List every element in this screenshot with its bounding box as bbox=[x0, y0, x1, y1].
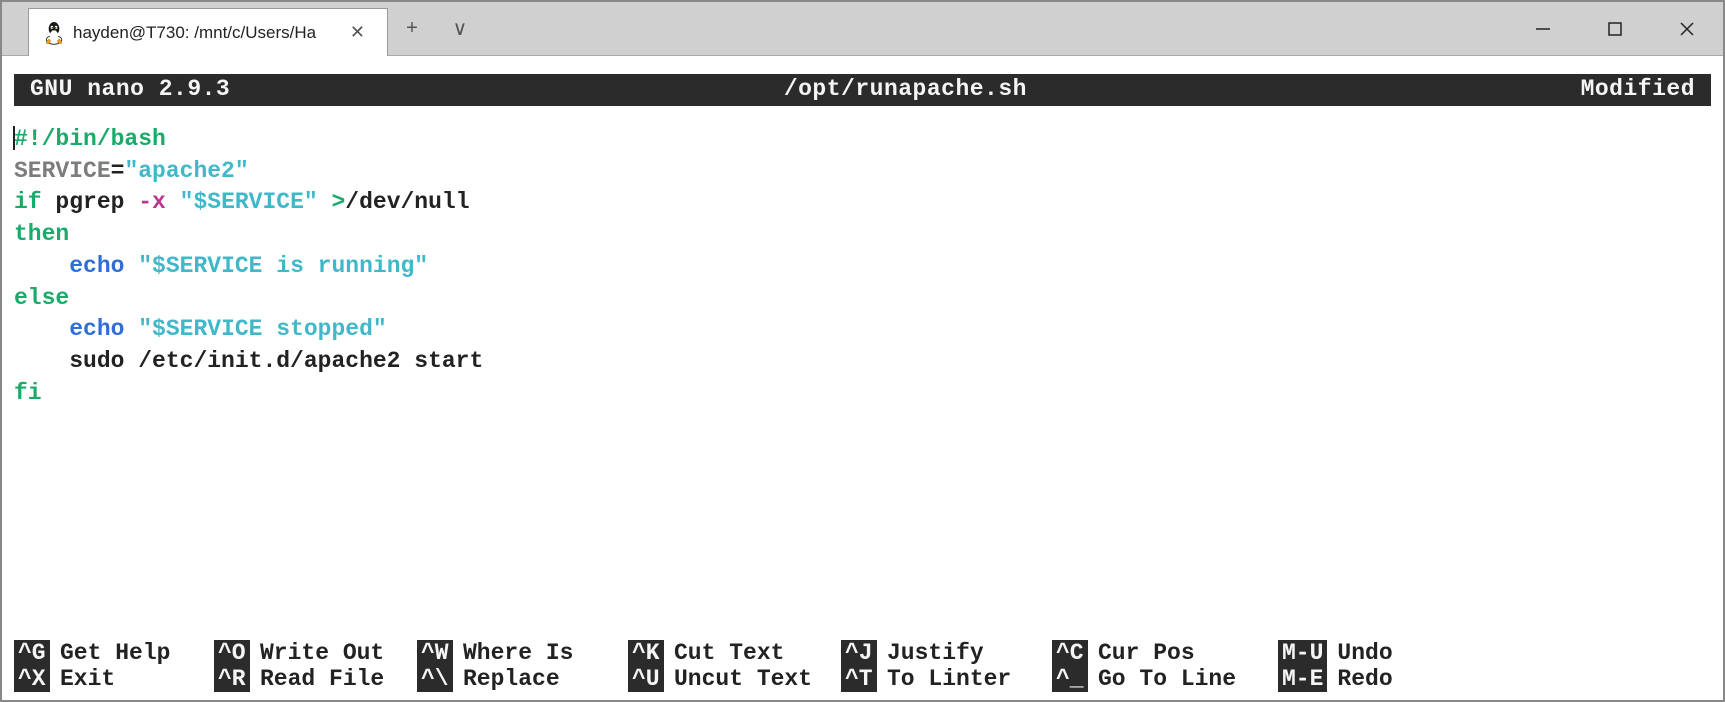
tux-icon bbox=[43, 22, 65, 44]
code-pad2 bbox=[14, 316, 69, 342]
code-sp bbox=[166, 189, 180, 215]
shortcut-undo[interactable]: M-U Undo bbox=[1278, 640, 1401, 666]
shortcut-redo[interactable]: M-E Redo bbox=[1278, 666, 1401, 692]
shortcut-label: Cur Pos bbox=[1098, 640, 1195, 666]
nano-footer: ^G Get Help ^O Write Out ^W Where Is ^K Cut … bbox=[14, 640, 1711, 692]
code-str2: "$SERVICE" bbox=[180, 189, 318, 215]
shortcut-key: ^W bbox=[417, 640, 453, 666]
nano-titlebar: GNU nano 2.9.3 /opt/runapache.sh Modifie… bbox=[14, 74, 1711, 106]
shortcut-replace[interactable]: ^\ Replace bbox=[417, 666, 628, 692]
close-icon bbox=[1678, 20, 1696, 38]
browser-tab[interactable]: hayden@T730: /mnt/c/Users/Ha ✕ bbox=[28, 8, 388, 56]
shortcut-key: ^U bbox=[628, 666, 664, 692]
shortcut-cut-text[interactable]: ^K Cut Text bbox=[628, 640, 841, 666]
shortcut-key: ^\ bbox=[417, 666, 453, 692]
shortcut-key: ^X bbox=[14, 666, 50, 692]
shortcut-key: M-E bbox=[1278, 666, 1327, 692]
code-op: > bbox=[318, 189, 346, 215]
chevron-down-icon: ∨ bbox=[453, 16, 468, 41]
nano-file-path: /opt/runapache.sh bbox=[230, 76, 1580, 102]
code-echo: echo bbox=[69, 253, 124, 279]
footer-row-1: ^G Get Help ^O Write Out ^W Where Is ^K Cut … bbox=[14, 640, 1711, 666]
shortcut-label: Justify bbox=[887, 640, 984, 666]
shortcut-label: Exit bbox=[60, 666, 115, 692]
shortcut-go-to-line[interactable]: ^_ Go To Line bbox=[1052, 666, 1278, 692]
shortcut-key: ^C bbox=[1052, 640, 1088, 666]
shortcut-label: Read File bbox=[260, 666, 384, 692]
code-str: "apache2" bbox=[124, 158, 248, 184]
shortcut-label: Get Help bbox=[60, 640, 170, 666]
code-sp2 bbox=[124, 253, 138, 279]
code-flag: -x bbox=[138, 189, 166, 215]
shortcut-key: ^T bbox=[841, 666, 877, 692]
footer-row-2: ^X Exit ^R Read File ^\ Replace ^U Uncut Tex… bbox=[14, 666, 1711, 692]
code-echo2: echo bbox=[69, 316, 124, 342]
code-devnull: /dev/null bbox=[345, 189, 469, 215]
maximize-button[interactable] bbox=[1579, 2, 1651, 55]
nano-app-name: GNU nano 2.9.3 bbox=[30, 76, 230, 102]
shortcut-key: M-U bbox=[1278, 640, 1327, 666]
code-pad3 bbox=[14, 348, 69, 374]
shortcut-justify[interactable]: ^J Justify bbox=[841, 640, 1052, 666]
code-str3: "$SERVICE is running" bbox=[138, 253, 428, 279]
shortcut-cur-pos[interactable]: ^C Cur Pos bbox=[1052, 640, 1278, 666]
shortcut-uncut-text[interactable]: ^U Uncut Text bbox=[628, 666, 841, 692]
shortcut-label: Redo bbox=[1337, 666, 1392, 692]
code-sp3 bbox=[124, 316, 138, 342]
code-cmd: pgrep bbox=[42, 189, 139, 215]
shortcut-label: Undo bbox=[1337, 640, 1392, 666]
code-if: if bbox=[14, 189, 42, 215]
terminal-area[interactable]: GNU nano 2.9.3 /opt/runapache.sh Modifie… bbox=[2, 56, 1723, 700]
shortcut-label: Go To Line bbox=[1098, 666, 1236, 692]
code-str4: "$SERVICE stopped" bbox=[138, 316, 386, 342]
titlebar: hayden@T730: /mnt/c/Users/Ha ✕ + ∨ bbox=[2, 2, 1723, 56]
code-pad bbox=[14, 253, 69, 279]
shortcut-read-file[interactable]: ^R Read File bbox=[214, 666, 417, 692]
new-tab-button[interactable]: + bbox=[388, 2, 436, 55]
shortcut-write-out[interactable]: ^O Write Out bbox=[214, 640, 417, 666]
shortcut-label: Replace bbox=[463, 666, 560, 692]
shortcut-key: ^_ bbox=[1052, 666, 1088, 692]
plus-icon: + bbox=[406, 17, 418, 40]
code-eq: = bbox=[111, 158, 125, 184]
code-then: then bbox=[14, 221, 69, 247]
shortcut-label: Cut Text bbox=[674, 640, 784, 666]
code-else: else bbox=[14, 285, 69, 311]
nano-status: Modified bbox=[1581, 76, 1695, 102]
tab-title: hayden@T730: /mnt/c/Users/Ha bbox=[73, 23, 336, 43]
shortcut-key: ^O bbox=[214, 640, 250, 666]
editor-content[interactable]: #!/bin/bashSERVICE="apache2"if pgrep -x … bbox=[14, 106, 1711, 640]
code-var: SERVICE bbox=[14, 158, 111, 184]
shortcut-key: ^K bbox=[628, 640, 664, 666]
shortcut-label: Where Is bbox=[463, 640, 573, 666]
minimize-button[interactable] bbox=[1507, 2, 1579, 55]
close-window-button[interactable] bbox=[1651, 2, 1723, 55]
shortcut-get-help[interactable]: ^G Get Help bbox=[14, 640, 214, 666]
shortcut-exit[interactable]: ^X Exit bbox=[14, 666, 214, 692]
shortcut-label: Write Out bbox=[260, 640, 384, 666]
shortcut-label: To Linter bbox=[887, 666, 1011, 692]
code-shebang: #!/bin/bash bbox=[14, 126, 166, 152]
shortcut-to-linter[interactable]: ^T To Linter bbox=[841, 666, 1052, 692]
code-sudo: sudo /etc/init.d/apache2 start bbox=[69, 348, 483, 374]
tabs-dropdown-button[interactable]: ∨ bbox=[436, 2, 484, 55]
code-fi: fi bbox=[14, 380, 42, 406]
shortcut-key: ^R bbox=[214, 666, 250, 692]
shortcut-key: ^G bbox=[14, 640, 50, 666]
shortcut-key: ^J bbox=[841, 640, 877, 666]
window-controls bbox=[1507, 2, 1723, 55]
tab-close-button[interactable]: ✕ bbox=[344, 18, 371, 47]
shortcut-label: Uncut Text bbox=[674, 666, 812, 692]
shortcut-where-is[interactable]: ^W Where Is bbox=[417, 640, 628, 666]
minimize-icon bbox=[1534, 20, 1552, 38]
maximize-icon bbox=[1607, 21, 1623, 37]
